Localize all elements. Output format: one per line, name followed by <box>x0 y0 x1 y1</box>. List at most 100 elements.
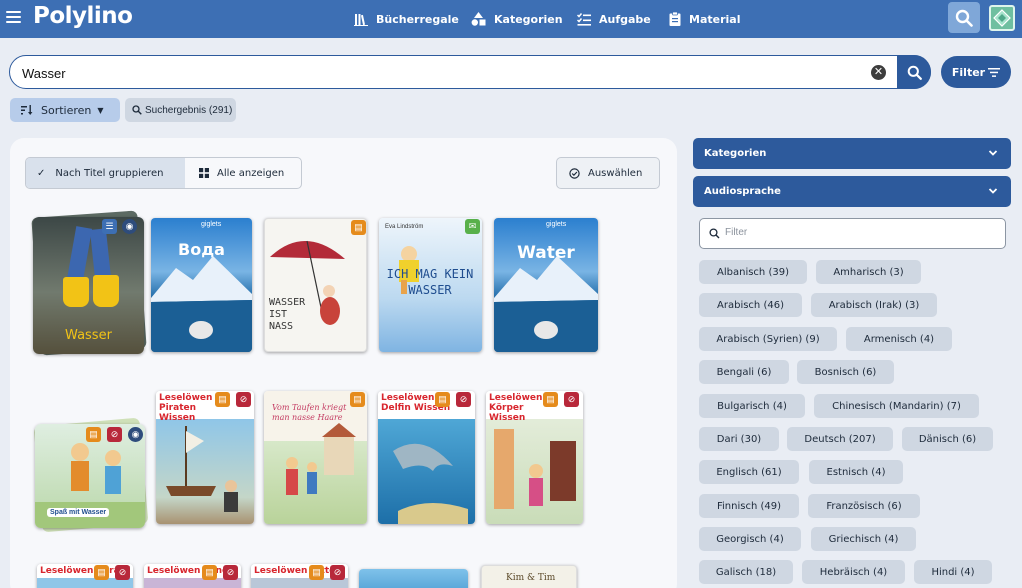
show-all-option[interactable]: Alle anzeigen <box>185 158 284 188</box>
view-toggle: ✓ Nach Titel gruppieren Alle anzeigen <box>25 157 302 189</box>
globe-badge-icon: ◉ <box>128 427 143 442</box>
clipboard-icon <box>669 12 681 26</box>
book-cover[interactable]: Vom Taufen kriegt man nasse Haare ▤ <box>264 391 367 524</box>
search-icon <box>955 9 973 27</box>
book-cover[interactable]: Spaß mit Wasser ▤ ⊘ ◉ <box>35 424 145 528</box>
app-logo[interactable]: Polylino <box>33 3 133 29</box>
audio-language-accordion-label: Audiosprache <box>704 186 781 197</box>
language-chip[interactable]: Bosnisch (6) <box>797 360 894 384</box>
language-chip[interactable]: Französisch (6) <box>808 494 920 518</box>
material-badge-icon: ▤ <box>309 565 324 580</box>
language-chip[interactable]: Dari (30) <box>699 427 779 451</box>
cover-illustration <box>166 426 238 512</box>
sort-icon <box>21 105 33 115</box>
audio-language-accordion[interactable]: Audiosprache <box>693 176 1011 207</box>
book-cover[interactable] <box>359 569 468 588</box>
book-cover[interactable]: Leselöwen Körper Wissen ▤ ⊘ <box>486 391 583 524</box>
language-chip[interactable]: Dänisch (6) <box>902 427 993 451</box>
chevron-down-icon <box>988 188 998 194</box>
avatar[interactable] <box>989 5 1015 31</box>
nav-bookshelves[interactable]: Bücherregale <box>354 10 459 28</box>
sort-button[interactable]: Sortieren ▼ <box>10 98 120 122</box>
nav-bookshelves-label: Bücherregale <box>376 12 459 26</box>
book-cover[interactable]: giglets Water <box>494 218 598 352</box>
clear-search-icon[interactable]: ✕ <box>871 65 886 80</box>
language-chip[interactable]: Hindi (4) <box>914 560 992 584</box>
group-by-title-option[interactable]: ✓ Nach Titel gruppieren <box>26 158 185 188</box>
categories-accordion-label: Kategorien <box>704 148 767 159</box>
search-button[interactable] <box>897 55 931 89</box>
check-circle-icon <box>569 167 580 179</box>
language-chip[interactable]: Finnisch (49) <box>699 494 799 518</box>
language-chip[interactable]: Bulgarisch (4) <box>699 394 805 418</box>
filter-lines-icon <box>988 67 1001 77</box>
nav-assignment-label: Aufgabe <box>599 12 651 26</box>
select-button[interactable]: Auswählen <box>556 157 660 189</box>
categories-accordion[interactable]: Kategorien <box>693 138 1011 169</box>
language-chip[interactable]: Albanisch (39) <box>699 260 807 284</box>
top-search-button[interactable] <box>948 2 980 33</box>
cover-illustration <box>494 429 576 509</box>
cover-illustration <box>494 256 598 352</box>
nav-assignment[interactable]: Aufgabe <box>577 10 651 28</box>
material-badge-icon: ▤ <box>202 565 217 580</box>
material-badge-icon: ▤ <box>94 565 109 580</box>
book-title: WASSER IST NASS <box>269 297 306 332</box>
group-by-title-label: Nach Titel gruppieren <box>55 167 164 179</box>
nav-categories-label: Kategorien <box>494 12 563 26</box>
search-result-chip[interactable]: Suchergebnis (291) <box>125 98 236 122</box>
material-badge-icon: ▤ <box>215 392 230 407</box>
language-chip[interactable]: Deutsch (207) <box>787 427 893 451</box>
language-chip[interactable]: Chinesisch (Mandarin) (7) <box>814 394 979 418</box>
language-chip[interactable]: Englisch (61) <box>699 460 799 484</box>
language-chip[interactable]: Arabisch (46) <box>699 293 802 317</box>
cover-illustration <box>286 423 356 495</box>
search-input[interactable] <box>22 64 842 82</box>
book-cover[interactable]: Leselöwen Piraten Wissen ▤ ⊘ <box>156 391 254 524</box>
book-cover[interactable]: giglets Вода <box>151 218 252 352</box>
book-cover[interactable]: Leselöwen Delfin Wissen ▤ ⊘ <box>378 391 475 524</box>
diamond-logo-icon <box>993 9 1011 27</box>
search-result-label: Suchergebnis (291) <box>145 104 233 116</box>
cover-illustration <box>63 277 89 307</box>
checklist-icon <box>577 12 591 26</box>
menu-icon[interactable] <box>6 11 21 23</box>
no-audio-badge-icon: ⊘ <box>236 392 251 407</box>
book-cover[interactable]: Wasser ☰ ◉ <box>33 217 144 354</box>
top-bar: Polylino Bücherregale Kategorien Aufgabe… <box>0 0 1022 38</box>
language-chip[interactable]: Griechisch (4) <box>811 527 916 551</box>
language-filter-input[interactable] <box>725 227 995 238</box>
cover-illustration <box>93 275 119 307</box>
language-filter-box <box>699 218 1006 249</box>
shapes-icon <box>471 12 486 26</box>
language-chip[interactable]: Georgisch (4) <box>699 527 801 551</box>
filter-button[interactable]: Filter <box>941 56 1011 88</box>
checklist-badge-icon: ☰ <box>102 219 117 234</box>
cover-illustration <box>393 443 468 524</box>
check-icon: ✓ <box>37 167 46 179</box>
language-chip[interactable]: Bengali (6) <box>699 360 789 384</box>
book-cover[interactable]: Leselöwen Mineralien ▤ ⊘ <box>144 564 241 588</box>
material-badge-icon: ▤ <box>86 427 101 442</box>
language-chip[interactable]: Amharisch (3) <box>816 260 921 284</box>
chat-badge-icon: ✉ <box>465 219 480 234</box>
book-cover[interactable]: WASSER IST NASS ▤ <box>264 218 367 352</box>
language-chip[interactable]: Galisch (18) <box>699 560 793 584</box>
nav-material-label: Material <box>689 12 741 26</box>
language-chip[interactable]: Arabisch (Irak) (3) <box>811 293 937 317</box>
nav-material[interactable]: Material <box>669 10 740 28</box>
sort-label: Sortieren <box>41 103 92 117</box>
book-title: Wasser <box>65 328 112 343</box>
language-chip[interactable]: Estnisch (4) <box>809 460 903 484</box>
grid-icon <box>199 168 209 178</box>
book-cover[interactable]: Leselöwen Pyramiden ▤ ⊘ <box>37 564 133 588</box>
book-cover[interactable]: Eva Lindström ICH MAG KEIN WASSER ✉ <box>379 218 482 352</box>
language-chip[interactable]: Armenisch (4) <box>846 327 952 351</box>
language-chip[interactable]: Arabisch (Syrien) (9) <box>699 327 837 351</box>
nav-categories[interactable]: Kategorien <box>471 10 563 28</box>
book-cover[interactable]: Leselöwen Ritter ▤ ⊘ <box>251 564 348 588</box>
search-icon <box>132 105 142 115</box>
book-title: Spaß mit Wasser <box>47 508 110 517</box>
language-chip[interactable]: Hebräisch (4) <box>802 560 905 584</box>
book-cover[interactable]: Kim & Tim <box>481 565 577 588</box>
